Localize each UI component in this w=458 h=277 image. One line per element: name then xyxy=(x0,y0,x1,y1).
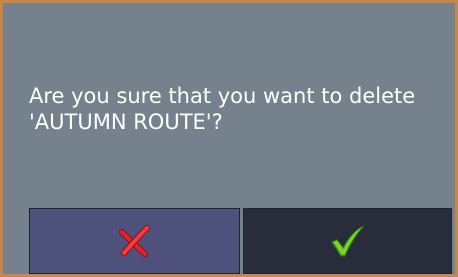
confirm-delete-dialog: Are you sure that you want to delete 'AU… xyxy=(0,0,458,277)
red-x-icon xyxy=(118,225,152,257)
message-line-2: 'AUTUMN ROUTE'? xyxy=(29,110,223,134)
green-check-icon xyxy=(328,223,368,259)
cancel-button[interactable] xyxy=(29,208,240,274)
confirm-button[interactable] xyxy=(243,208,452,274)
message-line-1: Are you sure that you want to delete xyxy=(29,84,416,108)
dialog-message: Are you sure that you want to delete 'AU… xyxy=(29,83,449,135)
